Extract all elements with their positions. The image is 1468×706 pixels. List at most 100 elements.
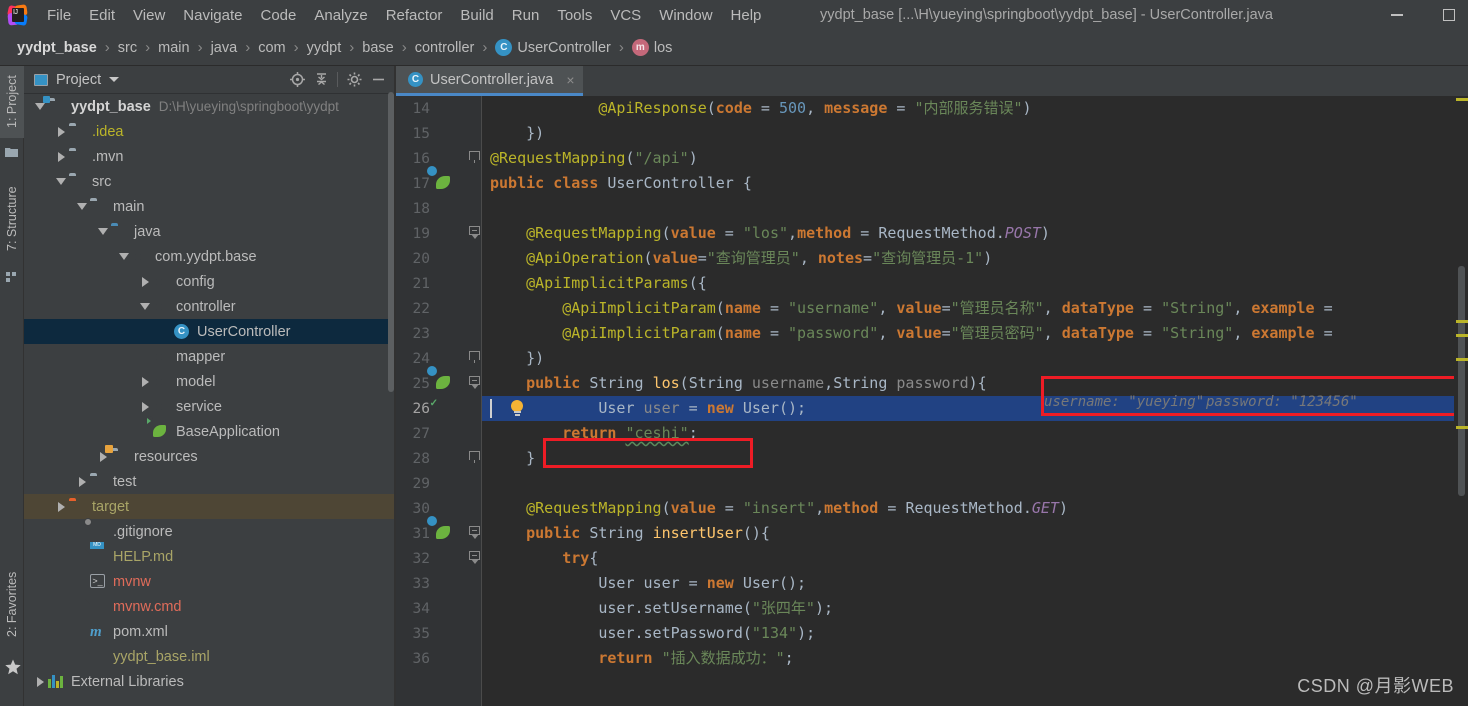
- gutter-line[interactable]: 18: [396, 196, 468, 221]
- menu-item-file[interactable]: File: [38, 4, 80, 27]
- tree-item-model[interactable]: model: [24, 369, 395, 394]
- collapse-arrow-icon[interactable]: [95, 224, 111, 240]
- tree-item-mapper[interactable]: mapper: [24, 344, 395, 369]
- fold-expanded-icon[interactable]: [469, 226, 480, 240]
- expand-arrow-icon[interactable]: [137, 374, 153, 390]
- menu-item-vcs[interactable]: VCS: [601, 4, 650, 27]
- expand-arrow-icon[interactable]: [74, 474, 90, 490]
- tree-item-controller[interactable]: controller: [24, 294, 395, 319]
- collapse-arrow-icon[interactable]: [74, 199, 90, 215]
- menu-item-analyze[interactable]: Analyze: [305, 4, 376, 27]
- menu-item-help[interactable]: Help: [722, 4, 771, 27]
- gutter-line[interactable]: 15: [396, 121, 468, 146]
- code-line[interactable]: public String los(String username,String…: [482, 371, 1468, 396]
- menu-item-run[interactable]: Run: [503, 4, 549, 27]
- tree-item-main[interactable]: main: [24, 194, 395, 219]
- code-line[interactable]: @ApiImplicitParams({: [482, 271, 1468, 296]
- menu-item-edit[interactable]: Edit: [80, 4, 124, 27]
- gutter-line[interactable]: 36: [396, 646, 468, 671]
- code-line[interactable]: public class UserController {: [482, 171, 1468, 196]
- code-line[interactable]: User user = new User();: [482, 571, 1468, 596]
- gutter-line[interactable]: 26: [396, 396, 468, 421]
- tree-item-mvnw-cmd[interactable]: mvnw.cmd: [24, 594, 395, 619]
- breadcrumb-item-com[interactable]: com: [253, 38, 290, 58]
- menu-item-build[interactable]: Build: [451, 4, 502, 27]
- bean-navigation-gutter-icon[interactable]: [436, 400, 453, 417]
- fold-end-icon[interactable]: [469, 151, 480, 163]
- menu-item-view[interactable]: View: [124, 4, 174, 27]
- gutter-line[interactable]: 22: [396, 296, 468, 321]
- code-line[interactable]: [482, 471, 1468, 496]
- fold-end-icon[interactable]: [469, 351, 480, 363]
- spring-bean-gutter-icon[interactable]: [427, 166, 453, 192]
- tree-item-external-libraries[interactable]: External Libraries: [24, 669, 395, 694]
- expand-arrow-icon[interactable]: [53, 499, 69, 515]
- maximize-button[interactable]: [1438, 4, 1460, 26]
- collapse-arrow-icon[interactable]: [116, 249, 132, 265]
- tree-item-target[interactable]: target: [24, 494, 395, 519]
- tree-item-config[interactable]: config: [24, 269, 395, 294]
- tree-item-com-yydpt-base[interactable]: com.yydpt.base: [24, 244, 395, 269]
- menu-item-window[interactable]: Window: [650, 4, 721, 27]
- breadcrumb-item-usercontroller[interactable]: C UserController: [490, 37, 615, 58]
- code-line[interactable]: @RequestMapping("/api"): [482, 146, 1468, 171]
- fold-marker-slot[interactable]: [468, 171, 481, 196]
- code-line[interactable]: }): [482, 121, 1468, 146]
- tree-item--idea[interactable]: .idea: [24, 119, 395, 144]
- fold-marker-slot[interactable]: [468, 396, 481, 421]
- fold-marker-slot[interactable]: [468, 646, 481, 671]
- tree-item-java[interactable]: java: [24, 219, 395, 244]
- code-line[interactable]: @ApiImplicitParam(name = "password", val…: [482, 321, 1468, 346]
- intention-bulb-icon[interactable]: [510, 400, 524, 417]
- tree-item--gitignore[interactable]: .gitignore: [24, 518, 395, 544]
- fold-marker-slot[interactable]: [468, 471, 481, 496]
- hide-panel-icon[interactable]: [367, 69, 389, 91]
- gutter-line[interactable]: 19: [396, 221, 468, 246]
- chevron-down-icon[interactable]: [109, 77, 120, 82]
- code-line[interactable]: @ApiResponse(code = 500, message = "内部服务…: [482, 96, 1468, 121]
- spring-bean-gutter-icon[interactable]: [427, 366, 453, 392]
- fold-marker-slot[interactable]: [468, 371, 481, 396]
- fold-expanded-icon[interactable]: [469, 551, 480, 565]
- gutter-line[interactable]: 32: [396, 546, 468, 571]
- sidebar-item-structure[interactable]: 7: Structure: [0, 174, 24, 264]
- fold-marker-slot[interactable]: [468, 621, 481, 646]
- gutter-line[interactable]: 31: [396, 516, 468, 546]
- tree-item-yydpt-base[interactable]: yydpt_base D:\H\yueying\springboot\yydpt: [24, 94, 395, 119]
- menu-item-navigate[interactable]: Navigate: [174, 4, 251, 27]
- collapse-arrow-icon[interactable]: [137, 299, 153, 315]
- breadcrumb-item-controller[interactable]: controller: [410, 38, 480, 58]
- editor-scrollbar[interactable]: [1458, 266, 1465, 496]
- gear-icon[interactable]: [343, 69, 365, 91]
- fold-end-icon[interactable]: [469, 451, 480, 463]
- gutter-line[interactable]: 35: [396, 621, 468, 646]
- gutter-line[interactable]: 27: [396, 421, 468, 446]
- gutter-line[interactable]: 23: [396, 321, 468, 346]
- fold-marker-slot[interactable]: [468, 121, 481, 146]
- expand-arrow-icon[interactable]: [32, 674, 48, 690]
- fold-marker-slot[interactable]: [468, 296, 481, 321]
- tree-item-yydpt-base-iml[interactable]: yydpt_base.iml: [24, 644, 395, 669]
- editor-marker-bar[interactable]: [1454, 96, 1468, 706]
- code-line[interactable]: }: [482, 446, 1468, 471]
- project-tree[interactable]: yydpt_base D:\H\yueying\springboot\yydpt.…: [24, 94, 395, 704]
- expand-arrow-icon[interactable]: [53, 124, 69, 140]
- gutter-line[interactable]: 28: [396, 446, 468, 471]
- expand-arrow-icon[interactable]: [53, 149, 69, 165]
- menu-item-tools[interactable]: Tools: [548, 4, 601, 27]
- close-icon[interactable]: ×: [566, 72, 574, 88]
- menu-item-refactor[interactable]: Refactor: [377, 4, 452, 27]
- tree-item-mvnw[interactable]: >_ mvnw: [24, 569, 395, 594]
- gutter-line[interactable]: 21: [396, 271, 468, 296]
- fold-marker-slot[interactable]: [468, 596, 481, 621]
- fold-marker-slot[interactable]: [468, 221, 481, 246]
- breadcrumb-item-src[interactable]: src: [113, 38, 142, 58]
- gutter-line[interactable]: 25: [396, 366, 468, 396]
- code-line[interactable]: @ApiOperation(value="查询管理员", notes="查询管理…: [482, 246, 1468, 271]
- fold-marker-slot[interactable]: [468, 546, 481, 571]
- tree-item-test[interactable]: test: [24, 469, 395, 494]
- fold-marker-slot[interactable]: [468, 446, 481, 471]
- fold-marker-slot[interactable]: [468, 521, 481, 546]
- gutter-line[interactable]: 17: [396, 166, 468, 196]
- fold-column[interactable]: [468, 96, 482, 706]
